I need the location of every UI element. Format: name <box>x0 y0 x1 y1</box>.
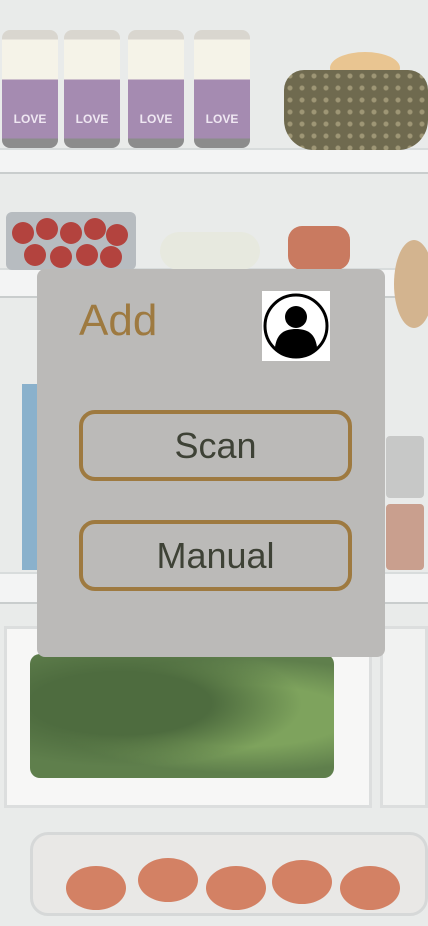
tomato <box>36 218 58 240</box>
manual-button[interactable]: Manual <box>79 520 352 591</box>
drink-can: LOVE <box>194 30 250 148</box>
dialog-title: Add <box>79 296 158 345</box>
tomato <box>76 244 98 266</box>
greens <box>30 654 334 778</box>
drink-can: LOVE <box>2 30 58 148</box>
produce <box>66 866 126 910</box>
tomato <box>12 222 34 244</box>
scan-button[interactable]: Scan <box>79 410 352 481</box>
drink-can: LOVE <box>64 30 120 148</box>
side-drawer <box>380 626 428 808</box>
tomato <box>50 246 72 268</box>
tomato <box>24 244 46 266</box>
leek <box>160 232 260 270</box>
produce <box>138 858 198 902</box>
tomato <box>60 222 82 244</box>
carrots <box>288 226 350 270</box>
tomato <box>106 224 128 246</box>
tomato <box>100 246 122 268</box>
bowl <box>284 70 428 150</box>
add-dialog: Add Scan Manual <box>37 269 385 657</box>
top-shelf <box>0 148 428 174</box>
carton <box>22 384 38 570</box>
drink-can: LOVE <box>128 30 184 148</box>
fruit <box>394 240 428 328</box>
user-profile-icon[interactable] <box>262 291 330 361</box>
produce <box>340 866 400 910</box>
container <box>386 436 424 498</box>
user-profile-icon-graphic <box>263 293 329 359</box>
produce <box>206 866 266 910</box>
container <box>386 504 424 570</box>
produce <box>272 860 332 904</box>
tomato <box>84 218 106 240</box>
